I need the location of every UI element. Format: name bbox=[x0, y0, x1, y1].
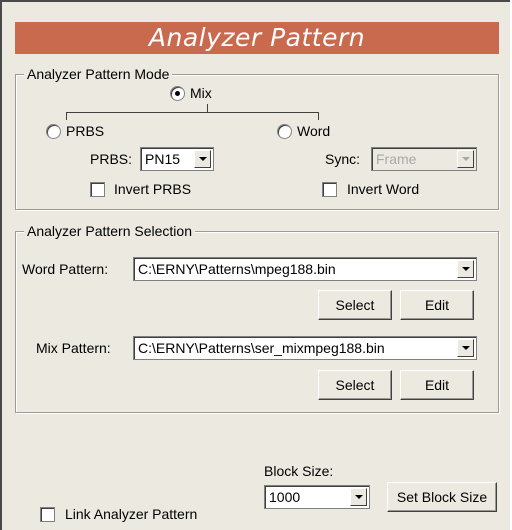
mix-radio[interactable] bbox=[170, 86, 185, 101]
word-pattern-value: C:\ERNY\Patterns\mpeg188.bin bbox=[138, 261, 336, 277]
mix-pattern-select-button[interactable]: Select bbox=[318, 370, 392, 400]
word-radio[interactable] bbox=[277, 124, 292, 139]
prbs-field-label: PRBS: bbox=[90, 151, 133, 167]
link-analyzer-pattern-checkbox[interactable] bbox=[40, 507, 55, 522]
mode-tree-right bbox=[318, 112, 319, 120]
word-label[interactable]: Word bbox=[297, 122, 330, 140]
block-size-label: Block Size: bbox=[264, 463, 334, 479]
mode-tree-horizontal bbox=[66, 112, 318, 113]
mode-tree-center bbox=[207, 104, 208, 112]
chevron-down-icon[interactable] bbox=[194, 150, 211, 168]
mix-pattern-edit-button[interactable]: Edit bbox=[400, 370, 474, 400]
mix-pattern-value: C:\ERNY\Patterns\ser_mixmpeg188.bin bbox=[138, 340, 385, 356]
chevron-down-icon[interactable] bbox=[457, 260, 474, 278]
invert-prbs-checkbox[interactable] bbox=[90, 182, 105, 197]
mix-label[interactable]: Mix bbox=[190, 84, 212, 102]
chevron-down-icon[interactable] bbox=[457, 339, 474, 357]
prbs-radio[interactable] bbox=[46, 124, 61, 139]
chevron-down-icon[interactable] bbox=[457, 150, 474, 168]
mix-pattern-select[interactable]: C:\ERNY\Patterns\ser_mixmpeg188.bin bbox=[133, 336, 477, 360]
set-block-size-button[interactable]: Set Block Size bbox=[387, 482, 497, 512]
panel-title: Analyzer Pattern bbox=[15, 22, 499, 54]
word-pattern-label: Word Pattern: bbox=[22, 261, 109, 277]
chevron-down-icon[interactable] bbox=[350, 488, 367, 506]
invert-word-checkbox[interactable] bbox=[322, 182, 337, 197]
prbs-select[interactable]: PN15 bbox=[140, 147, 214, 171]
block-size-value: 1000 bbox=[269, 489, 301, 505]
word-pattern-select[interactable]: C:\ERNY\Patterns\mpeg188.bin bbox=[133, 257, 477, 281]
sync-select-value: Frame bbox=[376, 151, 417, 167]
analyzer-pattern-mode-group: Analyzer Pattern Mode bbox=[15, 65, 499, 210]
prbs-select-value: PN15 bbox=[145, 151, 181, 167]
selection-group-legend: Analyzer Pattern Selection bbox=[24, 222, 195, 240]
word-pattern-edit-button[interactable]: Edit bbox=[400, 290, 474, 320]
mode-group-legend: Analyzer Pattern Mode bbox=[24, 65, 173, 83]
word-pattern-select-button[interactable]: Select bbox=[318, 290, 392, 320]
analyzer-pattern-panel: Analyzer Pattern Analyzer Pattern Mode M… bbox=[0, 0, 510, 530]
invert-word-label[interactable]: Invert Word bbox=[347, 180, 419, 198]
link-analyzer-pattern-label[interactable]: Link Analyzer Pattern bbox=[65, 505, 197, 523]
mix-pattern-label: Mix Pattern: bbox=[36, 340, 111, 356]
sync-field-label: Sync: bbox=[325, 151, 361, 167]
mode-tree-left bbox=[66, 112, 67, 120]
sync-select[interactable]: Frame bbox=[371, 147, 477, 171]
block-size-select[interactable]: 1000 bbox=[264, 485, 370, 509]
prbs-label[interactable]: PRBS bbox=[66, 122, 104, 140]
invert-prbs-label[interactable]: Invert PRBS bbox=[114, 180, 191, 198]
